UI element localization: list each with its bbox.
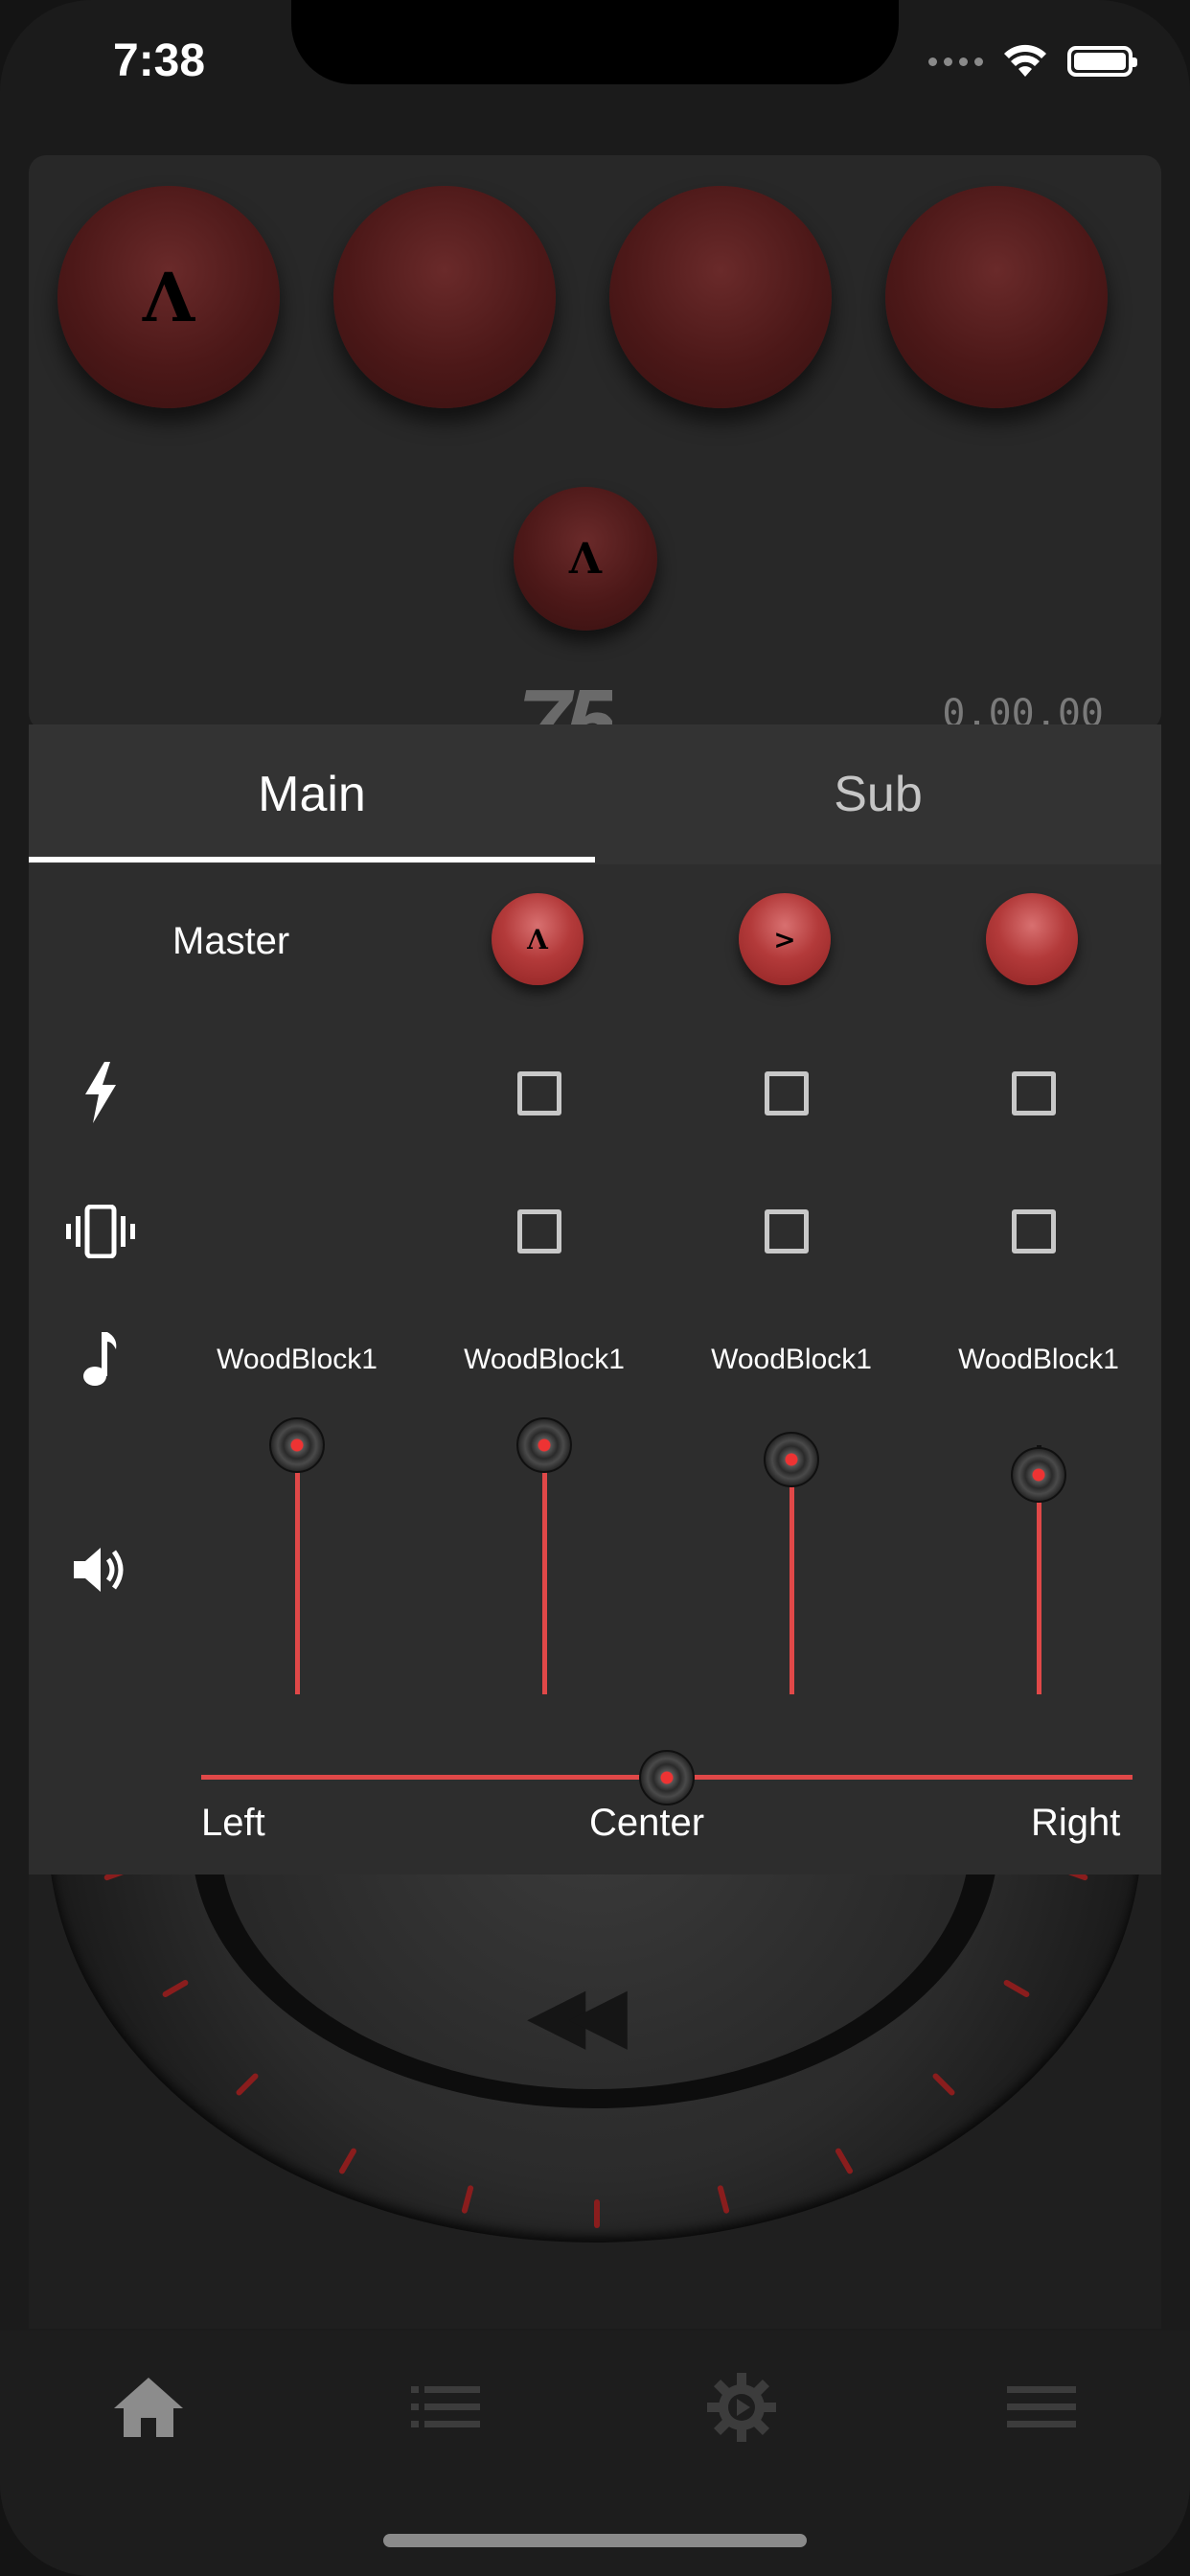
volume-slider-knob[interactable] [269,1417,325,1473]
mini-pad-accent[interactable]: Λ [492,893,584,985]
music-note-icon [79,1330,123,1388]
tab-main[interactable]: Main [29,724,595,864]
sound-select-4[interactable]: WoodBlock1 [924,1344,1154,1376]
volume-icon [71,1543,130,1597]
vibrate-checkbox-1[interactable] [517,1209,561,1254]
accent-symbol: Λ [142,257,195,337]
battery-icon [1067,46,1137,77]
sound-pad-3[interactable] [609,186,832,408]
volume-slider-track[interactable] [295,1445,300,1694]
tab-indicator [29,857,595,862]
volume-slider-knob[interactable] [764,1432,819,1488]
volume-slider-knob[interactable] [516,1417,572,1473]
status-bar: 7:38 [0,0,1190,144]
flash-checkbox-1[interactable] [517,1071,561,1116]
tempo-dial-area: ◀◀ [29,1859,1161,2329]
volume-slider-knob[interactable] [1011,1446,1066,1503]
menu-icon [1007,2386,1076,2427]
vibrate-checkbox-2[interactable] [765,1209,809,1254]
sound-pad-2[interactable] [333,186,556,408]
pan-center-label: Center [589,1802,705,1844]
flash-checkbox-2[interactable] [765,1071,809,1116]
accent-symbol: Λ [527,923,548,955]
flash-icon [77,1059,125,1126]
mini-pad-beat[interactable]: > [739,893,831,985]
mixer-panel: Main Sub [29,724,1161,1874]
nav-settings[interactable] [684,2359,799,2455]
volume-slider-track[interactable] [1037,1474,1041,1694]
pan-right-label: Right [1031,1802,1121,1844]
flash-checkbox-3[interactable] [1012,1071,1056,1116]
device-notch [291,0,899,84]
sound-select-3[interactable]: WoodBlock1 [676,1344,906,1376]
beat-symbol: > [773,923,796,955]
accent-symbol: Λ [568,534,603,584]
pan-left-label: Left [201,1802,265,1844]
vibrate-icon [63,1203,138,1260]
phone-screen: 7:38 Λ Λ 75 0.00.00 ◀◀ Main Sub Master Λ… [0,0,1190,2576]
pan-slider-knob[interactable] [639,1750,695,1806]
mini-pad-sub[interactable] [986,893,1078,985]
nav-menu[interactable] [984,2359,1099,2455]
status-icons [928,44,1137,79]
sound-pad-1[interactable]: Λ [57,186,280,408]
sound-select-1[interactable]: WoodBlock1 [182,1344,412,1376]
sound-select-2[interactable]: WoodBlock1 [429,1344,659,1376]
rewind-icon[interactable]: ◀◀ [527,1969,628,2058]
nav-home[interactable] [91,2359,206,2455]
home-icon [114,2378,183,2437]
wifi-icon [1004,44,1046,77]
tempo-display: 75 [517,671,613,728]
dial-tick [594,2199,600,2228]
master-label: Master [172,920,290,962]
volume-slider-track[interactable] [790,1460,794,1694]
list-icon [411,2386,480,2427]
pad-card: Λ Λ [29,155,1161,730]
vibrate-checkbox-3[interactable] [1012,1209,1056,1254]
signal-dots-icon [928,57,983,66]
tab-sub[interactable]: Sub [595,724,1161,864]
home-indicator [383,2534,807,2547]
nav-list[interactable] [388,2359,503,2455]
status-time: 7:38 [113,35,206,86]
center-pad[interactable]: Λ [514,487,657,631]
tab-bar: Main Sub [29,724,1161,864]
gear-play-icon [707,2373,776,2442]
sound-pad-4[interactable] [885,186,1108,408]
volume-slider-track[interactable] [542,1445,547,1694]
